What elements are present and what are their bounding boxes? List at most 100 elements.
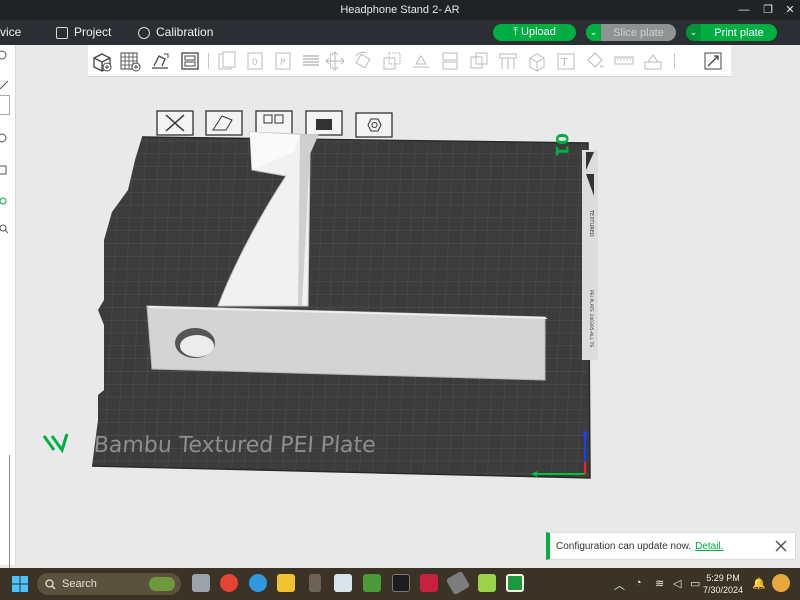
- svg-text:T: T: [560, 56, 568, 69]
- upload-label: ⤒ Upload: [493, 26, 576, 39]
- compare-icon[interactable]: [0, 163, 12, 175]
- toolbar-divider: [674, 53, 675, 69]
- plate-settings-icon[interactable]: [355, 112, 393, 138]
- print-plate-button[interactable]: ⌄ Print plate: [686, 24, 777, 41]
- menu-calibration-label: Calibration: [156, 25, 214, 39]
- plate-corner-mark: [42, 433, 69, 454]
- menu-project[interactable]: Project: [56, 24, 111, 41]
- search-icon: [45, 578, 56, 589]
- move-icon[interactable]: [324, 50, 346, 72]
- menu-calibration[interactable]: Calibration: [138, 24, 213, 41]
- notification-message: Configuration can update now.: [556, 540, 692, 552]
- toolbar: 0 P T: [88, 45, 731, 77]
- minimize-icon[interactable]: —: [733, 2, 755, 18]
- plate-number: 01: [551, 133, 571, 157]
- parts-icon[interactable]: P: [272, 50, 294, 72]
- auto-orient-icon[interactable]: [149, 50, 171, 72]
- arrange-icon[interactable]: [179, 50, 201, 72]
- auto-orient-plate-icon[interactable]: [205, 110, 243, 136]
- window-title: Headphone Stand 2- AR: [340, 4, 460, 16]
- taskbar-clock[interactable]: 5:29 PM 7/30/2024: [698, 572, 748, 596]
- dropdown-box[interactable]: [0, 95, 10, 115]
- add-plate-icon[interactable]: [119, 50, 141, 72]
- 3d-app-icon[interactable]: [478, 574, 496, 592]
- print-plate-label: Print plate: [714, 26, 764, 39]
- variable-layer-height-icon[interactable]: [702, 50, 724, 72]
- close-window-icon[interactable]: ✕: [779, 2, 800, 18]
- close-icon[interactable]: [774, 539, 788, 553]
- minecraft-icon[interactable]: [363, 574, 381, 592]
- delete-plate-icon[interactable]: [156, 110, 194, 136]
- filament-icon[interactable]: [0, 194, 12, 206]
- boolean-icon[interactable]: [468, 50, 490, 72]
- task-view-icon[interactable]: [192, 574, 210, 592]
- gear-icon[interactable]: [0, 48, 12, 60]
- plate-side-label-2: PEI PLATE 240305-ALL TS: [588, 290, 594, 347]
- svg-text:0: 0: [252, 58, 258, 68]
- 3d-viewport[interactable]: 01 TEXTURED PEI PLATE 240305-ALL TS Bamb…: [16, 78, 800, 565]
- tray-app-icon[interactable]: ◔: [635, 577, 642, 589]
- edge-icon[interactable]: [249, 574, 267, 592]
- lock-plate-icon[interactable]: [305, 110, 343, 136]
- slice-plate-label: Slice plate: [613, 26, 664, 39]
- chrome-icon[interactable]: [220, 574, 238, 592]
- svg-text:P: P: [280, 58, 286, 68]
- edit-icon[interactable]: [0, 78, 12, 90]
- taskbar-search[interactable]: Search: [37, 573, 181, 595]
- rotate-icon[interactable]: [352, 50, 374, 72]
- taskbar: Search ︿ ◔ ≋ ◁ ▭ 5:29 PM 7/30/2024 🔔: [0, 568, 800, 600]
- window-title-bar: Headphone Stand 2- AR — ❐ ✕: [0, 0, 800, 20]
- support-paint-icon[interactable]: [497, 50, 519, 72]
- settings-icon[interactable]: [0, 131, 12, 143]
- app-icon[interactable]: [309, 574, 321, 592]
- bambu-studio-icon[interactable]: [506, 574, 524, 592]
- color-paint-icon[interactable]: [584, 50, 606, 72]
- menu-device-label: vice: [0, 25, 22, 39]
- photo-app-icon[interactable]: [334, 574, 352, 592]
- menu-device[interactable]: vice: [0, 24, 21, 41]
- plate-type-label: Bambu Textured PEI Plate: [93, 433, 377, 458]
- split-parts-icon[interactable]: 0: [244, 50, 266, 72]
- toolbar-divider: [208, 53, 209, 69]
- arrange-plate-icon[interactable]: [255, 110, 293, 136]
- search-highlight-icon: [149, 577, 175, 591]
- upload-text: Upload: [521, 26, 556, 38]
- update-notification: Configuration can update now. Detail.: [546, 532, 796, 560]
- seam-paint-icon[interactable]: [526, 50, 548, 72]
- menu-project-label: Project: [74, 25, 112, 39]
- upload-button[interactable]: ⤒ Upload: [493, 24, 576, 41]
- left-side-panel: [0, 45, 16, 600]
- clock-time: 5:29 PM: [706, 573, 740, 583]
- notification-detail-link[interactable]: Detail.: [695, 541, 723, 552]
- slice-plate-button[interactable]: ⌄ Slice plate: [586, 24, 676, 41]
- project-icon: [56, 26, 68, 39]
- raspberry-pi-icon[interactable]: [420, 574, 438, 592]
- split-objects-icon[interactable]: [216, 50, 238, 72]
- epic-games-icon[interactable]: [392, 574, 410, 592]
- search-icon[interactable]: [0, 222, 12, 234]
- upload-icon: ⤒: [513, 26, 522, 38]
- wifi-icon[interactable]: ≋: [655, 577, 664, 590]
- notification-bell-icon[interactable]: 🔔: [752, 577, 766, 590]
- slice-dropdown-icon[interactable]: ⌄: [586, 24, 601, 41]
- file-explorer-icon[interactable]: [277, 574, 295, 592]
- maximize-icon[interactable]: ❐: [757, 2, 779, 18]
- lay-on-face-icon[interactable]: [410, 50, 432, 72]
- copilot-icon[interactable]: [772, 574, 790, 592]
- tool-app-icon[interactable]: [445, 570, 471, 596]
- text-tool-icon[interactable]: T: [555, 50, 577, 72]
- layers-icon[interactable]: [300, 50, 322, 72]
- add-object-icon[interactable]: [91, 50, 113, 72]
- taskbar-search-placeholder: Search: [62, 578, 97, 590]
- menu-bar: vice Project Calibration ⤒ Upload ⌄ Slic…: [0, 20, 800, 45]
- cut-icon[interactable]: [439, 50, 461, 72]
- clock-date: 7/30/2024: [702, 585, 744, 595]
- assembly-icon[interactable]: [642, 50, 664, 72]
- windows-start-icon[interactable]: [12, 576, 28, 592]
- measure-icon[interactable]: [613, 50, 635, 72]
- tray-expand-icon[interactable]: ︿: [614, 577, 625, 593]
- print-dropdown-icon[interactable]: ⌄: [686, 24, 701, 41]
- plate-side-label-1: TEXTURED: [588, 209, 594, 237]
- volume-icon[interactable]: ◁: [673, 577, 681, 590]
- scale-icon[interactable]: [381, 50, 403, 72]
